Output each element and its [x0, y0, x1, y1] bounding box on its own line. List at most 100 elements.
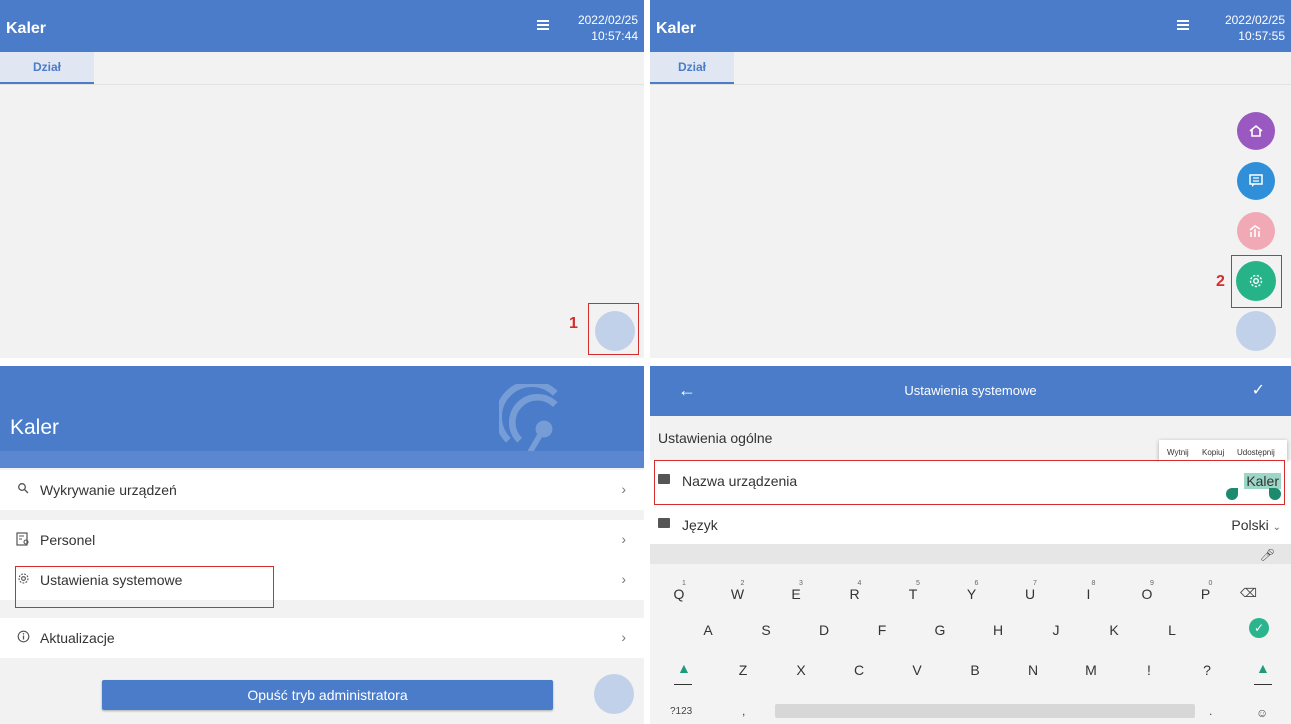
key-x[interactable]: X [786, 662, 816, 678]
highlight-box-3 [15, 566, 274, 608]
key-label: T [908, 586, 918, 602]
search-icon [15, 482, 31, 498]
personnel-icon [15, 532, 31, 548]
key-c[interactable]: C [844, 662, 874, 678]
key-n[interactable]: N [1018, 662, 1048, 678]
content-area [0, 85, 644, 358]
key-number-hint: 9 [1150, 580, 1154, 587]
key-h[interactable]: H [983, 622, 1013, 638]
key-k[interactable]: K [1099, 622, 1129, 638]
emoji-icon[interactable]: ☺ [1256, 706, 1268, 720]
key-m[interactable]: M [1076, 662, 1106, 678]
fab-statistics-button[interactable] [1237, 212, 1275, 250]
keyboard-enter-check-icon[interactable]: ✓ [1249, 618, 1269, 638]
menu-item-personnel[interactable]: Personel › [0, 520, 644, 560]
menu-item-label: Aktualizacje [40, 630, 115, 646]
key-j[interactable]: J [1041, 622, 1071, 638]
cut-option[interactable]: Wytnij [1167, 448, 1189, 457]
key-e[interactable]: E3 [781, 580, 811, 602]
key-label: C [853, 662, 865, 678]
hamburger-menu-icon[interactable] [1177, 20, 1189, 30]
key-number-hint: 1 [682, 580, 686, 587]
key-l[interactable]: L [1157, 622, 1187, 638]
key-b[interactable]: B [960, 662, 990, 678]
key-label: B [970, 662, 980, 678]
key-o[interactable]: O9 [1132, 580, 1162, 602]
key-a[interactable]: A [693, 622, 723, 638]
fab-home-button[interactable] [1237, 112, 1275, 150]
key-label: V [912, 662, 922, 678]
admin-header: Kaler [0, 366, 644, 459]
symbols-key[interactable]: ?123 [670, 706, 692, 717]
share-option[interactable]: Udostępnij [1237, 448, 1275, 457]
menu-item-device-discovery[interactable]: Wykrywanie urządzeń › [0, 470, 644, 510]
shift-right-underline [1254, 684, 1272, 685]
key-label: ! [1147, 662, 1151, 678]
chat-icon [1249, 174, 1263, 187]
content-area [650, 85, 1291, 358]
fab-messages-button[interactable] [1237, 162, 1275, 200]
key-![interactable]: ! [1134, 662, 1164, 678]
key-u[interactable]: U7 [1015, 580, 1045, 602]
key-number-hint: 5 [916, 580, 920, 587]
fab-main-button[interactable] [1236, 311, 1276, 351]
language-label: Język [682, 517, 718, 533]
key-w[interactable]: W2 [723, 580, 753, 602]
language-select[interactable]: Polski ⌄ [1231, 517, 1281, 533]
time-label: 10:57:44 [591, 29, 638, 43]
app-bar: Kaler 2022/02/25 10:57:55 [650, 0, 1291, 52]
language-value: Polski [1231, 517, 1269, 533]
key-f[interactable]: F [867, 622, 897, 638]
backspace-icon[interactable]: ⌫ [1240, 586, 1257, 600]
keyboard-suggestion-bar [650, 544, 1291, 564]
key-number-hint: 0 [1208, 580, 1213, 587]
key-number-hint: 4 [857, 580, 862, 587]
settings-header: ← Ustawienia systemowe ✓ [650, 366, 1291, 416]
key-label: N [1027, 662, 1039, 678]
key-number-hint: 3 [799, 580, 803, 587]
space-bar[interactable] [775, 704, 1195, 718]
key-s[interactable]: S [751, 622, 781, 638]
key-d[interactable]: D [809, 622, 839, 638]
screen-system-settings: ← Ustawienia systemowe ✓ Ustawienia ogól… [650, 366, 1291, 724]
key-?[interactable]: ? [1192, 662, 1222, 678]
key-label: X [796, 662, 806, 678]
section-title: Ustawienia ogólne [658, 430, 773, 446]
menu-item-updates[interactable]: Aktualizacje › [0, 618, 644, 658]
microphone-icon[interactable]: 🎤︎ [1260, 548, 1275, 562]
key-y[interactable]: Y6 [957, 580, 987, 602]
key-label: Q [673, 586, 685, 602]
key-v[interactable]: V [902, 662, 932, 678]
key-i[interactable]: I8 [1074, 580, 1104, 602]
key-z[interactable]: Z [728, 662, 758, 678]
exit-admin-mode-button[interactable]: Opuść tryb administratora [102, 680, 553, 710]
hamburger-menu-icon[interactable] [537, 20, 549, 30]
key-g[interactable]: G [925, 622, 955, 638]
info-icon [15, 630, 31, 646]
language-row[interactable]: Język Polski ⌄ [650, 506, 1291, 542]
fab-main-button[interactable] [594, 674, 634, 714]
chevron-right-icon: › [621, 531, 626, 547]
language-icon [658, 518, 670, 528]
copy-option[interactable]: Kopiuj [1202, 448, 1224, 457]
key-label: D [818, 622, 830, 638]
key-r[interactable]: R4 [840, 580, 870, 602]
confirm-check-icon[interactable]: ✓ [1252, 380, 1265, 400]
key-label: P [1200, 586, 1211, 602]
chart-icon [1249, 225, 1261, 237]
key-label: W [730, 586, 745, 602]
period-key[interactable]: . [1209, 704, 1212, 718]
comma-key[interactable]: , [742, 704, 745, 718]
datetime: 2022/02/25 10:57:44 [578, 12, 638, 44]
tab-dzial[interactable]: Dział [0, 52, 94, 84]
key-label: F [877, 622, 887, 638]
logo-watermark-icon [499, 384, 558, 459]
tab-dzial[interactable]: Dział [650, 52, 734, 84]
key-t[interactable]: T5 [898, 580, 928, 602]
shift-right-icon[interactable]: ▲ [1256, 660, 1270, 676]
key-label: G [934, 622, 946, 638]
key-q[interactable]: Q1 [664, 580, 694, 602]
shift-left-icon[interactable]: ▲ [677, 660, 691, 676]
key-p[interactable]: P0 [1191, 580, 1221, 602]
key-label: L [1168, 622, 1176, 638]
